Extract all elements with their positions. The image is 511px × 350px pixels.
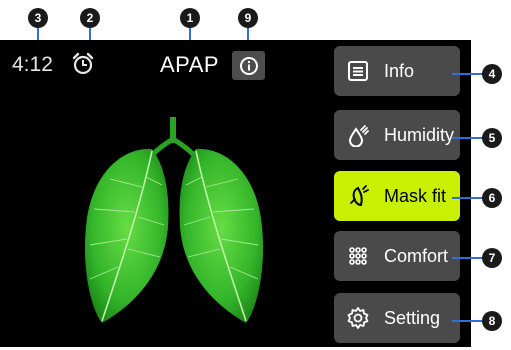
callout-6: 6 xyxy=(482,188,502,208)
humidity-icon xyxy=(346,123,370,148)
info-circle-icon xyxy=(239,56,258,75)
info-menu-label: Info xyxy=(384,61,415,81)
info-menu-button[interactable]: Info xyxy=(334,46,460,96)
callout-5: 5 xyxy=(482,128,502,148)
callout-7: 7 xyxy=(482,248,502,268)
list-icon xyxy=(346,59,370,83)
callout-8: 8 xyxy=(482,311,502,331)
info-button[interactable] xyxy=(232,51,265,80)
callout-5-leader xyxy=(452,137,482,139)
callout-6-leader xyxy=(452,197,482,199)
therapy-mode: APAP xyxy=(160,52,220,77)
gear-icon xyxy=(346,306,370,330)
lungs-leaf-graphic xyxy=(80,117,268,323)
callout-2: 2 xyxy=(80,8,100,28)
comfort-menu-label: Comfort xyxy=(384,246,449,266)
callout-4: 4 xyxy=(482,64,502,84)
mask-fit-menu-button[interactable]: Mask fit xyxy=(334,171,460,221)
callout-7-leader xyxy=(452,257,482,259)
callout-8-leader xyxy=(452,320,482,322)
humidity-menu-label: Humidity xyxy=(384,125,455,145)
grid-dots-icon xyxy=(346,244,370,268)
setting-menu-button[interactable]: Setting xyxy=(334,293,460,343)
callout-9: 9 xyxy=(238,8,258,28)
mask-fit-menu-label: Mask fit xyxy=(384,186,447,206)
humidity-menu-button[interactable]: Humidity xyxy=(334,110,460,160)
clock-time: 4:12 xyxy=(12,53,53,76)
comfort-menu-button[interactable]: Comfort xyxy=(334,231,460,281)
callout-4-leader xyxy=(452,73,482,75)
mask-fit-icon xyxy=(346,184,370,208)
alarm-clock-icon[interactable] xyxy=(70,52,96,76)
callout-1: 1 xyxy=(180,8,200,28)
setting-menu-label: Setting xyxy=(384,308,441,328)
callout-3: 3 xyxy=(28,8,48,28)
